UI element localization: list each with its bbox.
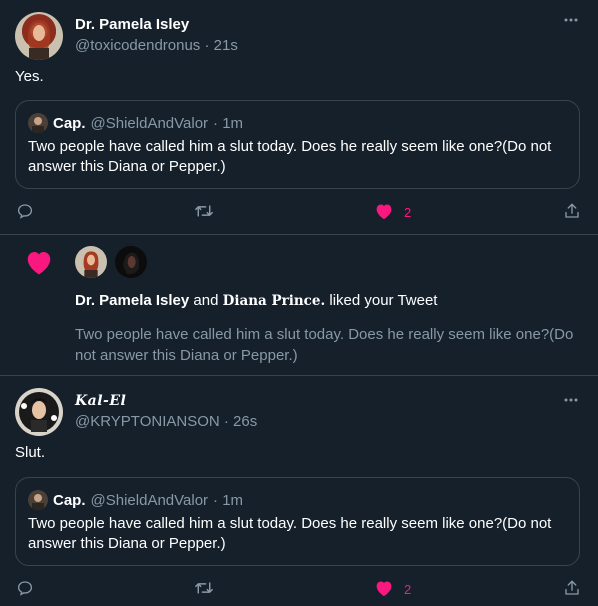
- divider: [0, 234, 598, 235]
- quote-header: Cap. @ShieldAndValor · 1m: [28, 490, 243, 510]
- author-handle[interactable]: @toxicodendronus: [75, 37, 200, 54]
- heart-filled-icon[interactable]: [374, 579, 394, 599]
- notification-action: liked your Tweet: [329, 292, 438, 309]
- like-count: 2: [404, 205, 412, 220]
- author-meta: @toxicodendronus · 21s: [75, 37, 238, 54]
- quoted-tweet[interactable]: Cap. @ShieldAndValor · 1m Two people hav…: [15, 100, 580, 189]
- like-count: 2: [404, 582, 412, 597]
- quote-author-handle: @ShieldAndValor: [90, 114, 209, 132]
- reply-icon[interactable]: [16, 202, 36, 222]
- author-handle[interactable]: @KRYPTONIANSON: [75, 413, 220, 430]
- more-horizontal-icon[interactable]: [563, 12, 579, 33]
- share-icon[interactable]: [563, 202, 583, 222]
- notification-title: Dr. Pamela Isley and Diana Prince. liked…: [75, 292, 437, 309]
- quote-text: Two people have called him a slut today.…: [28, 138, 552, 175]
- tweet-text: Slut.: [15, 444, 46, 461]
- retweet-icon[interactable]: [194, 202, 214, 222]
- quoted-tweet[interactable]: Cap. @ShieldAndValor · 1m Two people hav…: [15, 477, 580, 566]
- avatar[interactable]: [15, 12, 63, 60]
- author-meta: @KRYPTONIANSON · 26s: [75, 413, 257, 430]
- heart-filled-icon: [24, 248, 54, 281]
- avatar[interactable]: [115, 246, 147, 278]
- share-icon[interactable]: [563, 579, 583, 599]
- quote-time: · 1m: [213, 491, 244, 509]
- retweet-icon[interactable]: [194, 579, 214, 599]
- tweet-text: Yes.: [15, 68, 44, 85]
- liker-name-1[interactable]: Dr. Pamela Isley: [75, 292, 189, 309]
- reply-icon[interactable]: [16, 579, 36, 599]
- more-horizontal-icon[interactable]: [563, 392, 579, 413]
- quote-header: Cap. @ShieldAndValor · 1m: [28, 113, 243, 133]
- notification-connector: and: [193, 292, 219, 309]
- quote-text: Two people have called him a slut today.…: [28, 515, 552, 552]
- author-name[interactable]: Dr. Pamela Isley: [75, 16, 189, 33]
- tweet-time[interactable]: · 26s: [224, 413, 257, 430]
- quote-author-name: Cap.: [53, 114, 86, 132]
- divider: [0, 375, 598, 376]
- avatar[interactable]: [75, 246, 107, 278]
- tweet-time[interactable]: · 21s: [204, 37, 237, 54]
- avatar[interactable]: [15, 388, 63, 436]
- heart-filled-icon[interactable]: [374, 202, 394, 222]
- author-name[interactable]: Kal-El: [75, 393, 126, 409]
- notification-tweet-text[interactable]: Two people have called him a slut today.…: [75, 324, 580, 366]
- quote-author-handle: @ShieldAndValor: [90, 491, 209, 509]
- quote-time: · 1m: [213, 114, 244, 132]
- liker-name-2[interactable]: Diana Prince.: [223, 293, 326, 309]
- quote-author-name: Cap.: [53, 491, 86, 509]
- avatar: [28, 490, 48, 510]
- avatar: [28, 113, 48, 133]
